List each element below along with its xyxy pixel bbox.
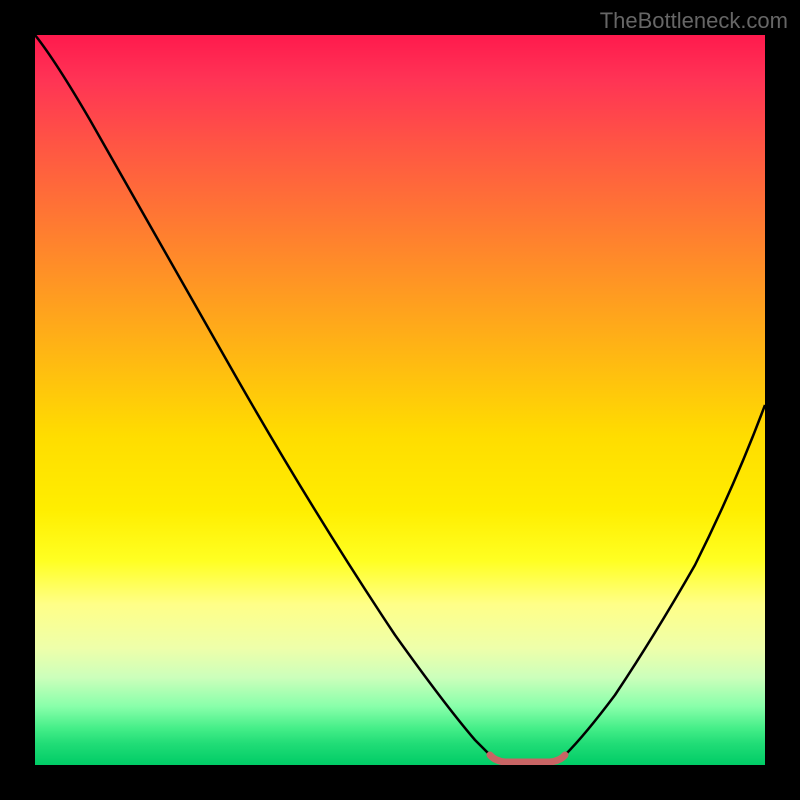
watermark-text: TheBottleneck.com [600,8,788,34]
bottleneck-curve-right [565,405,765,755]
curve-overlay [35,35,765,765]
bottleneck-curve-left [35,35,490,755]
chart-area [35,35,765,765]
minimum-marker [490,755,565,762]
